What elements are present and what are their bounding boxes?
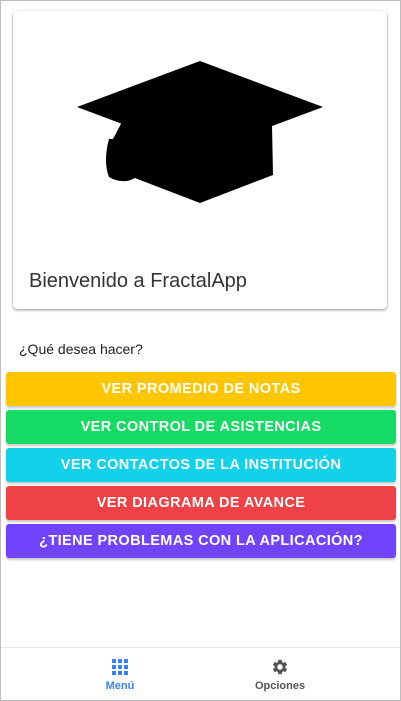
bottom-nav: Menú Opciones bbox=[1, 647, 400, 700]
progress-diagram-button[interactable]: VER DIAGRAMA DE AVANCE bbox=[6, 486, 396, 520]
nav-tab-options-label: Opciones bbox=[254, 680, 306, 692]
grades-average-button[interactable]: VER PROMEDIO DE NOTAS bbox=[6, 372, 396, 406]
graduation-cap-icon bbox=[77, 61, 323, 203]
institution-contacts-button[interactable]: VER CONTACTOS DE LA INSTITUCIÓN bbox=[6, 448, 396, 482]
nav-tab-options[interactable]: Opciones bbox=[200, 648, 360, 700]
nav-tab-menu[interactable]: Menú bbox=[40, 648, 200, 700]
attendance-control-button[interactable]: VER CONTROL DE ASISTENCIAS bbox=[6, 410, 396, 444]
grid-icon bbox=[112, 659, 128, 675]
app-screen: Bienvenido a FractalApp ¿Qué desea hacer… bbox=[0, 0, 401, 701]
nav-tab-menu-label: Menú bbox=[105, 680, 135, 692]
gear-icon bbox=[272, 659, 288, 675]
app-problems-button[interactable]: ¿TIENE PROBLEMAS CON LA APLICACIÓN? bbox=[6, 524, 396, 558]
prompt-text: ¿Qué desea hacer? bbox=[19, 341, 143, 357]
welcome-title: Bienvenido a FractalApp bbox=[29, 270, 247, 292]
action-list: VER PROMEDIO DE NOTAS VER CONTROL DE ASI… bbox=[6, 372, 396, 562]
welcome-card: Bienvenido a FractalApp bbox=[13, 11, 387, 309]
